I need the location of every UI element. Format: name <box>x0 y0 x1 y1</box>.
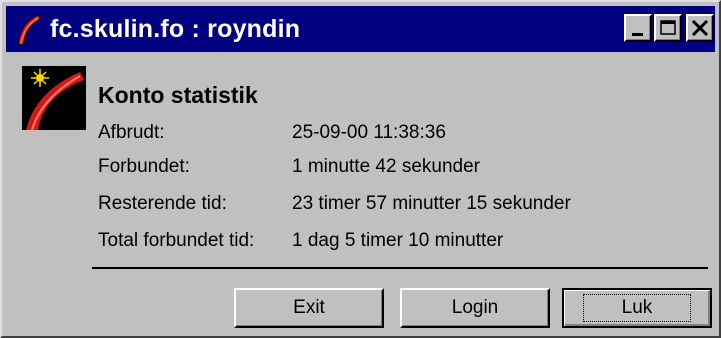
section-heading: Konto statistik <box>98 82 258 108</box>
login-button[interactable]: Login <box>400 288 550 328</box>
stat-value-disconnected: 25-09-00 11:38:36 <box>292 122 446 143</box>
stat-label-total: Total forbundet tid: <box>98 230 255 251</box>
close-icon <box>691 19 709 37</box>
stat-label-disconnected: Afbrudt: <box>98 122 165 143</box>
red-comet-icon <box>22 66 86 130</box>
minimize-button[interactable] <box>624 14 652 42</box>
stat-value-remaining: 23 timer 57 minutter 15 sekunder <box>292 193 571 214</box>
separator-line <box>92 267 708 269</box>
stat-value-total: 1 dag 5 timer 10 minutter <box>292 230 504 251</box>
stat-value-connected: 1 minutte 42 sekunder <box>292 156 481 177</box>
window-title: fc.skulin.fo : royndin <box>50 15 301 43</box>
dialog-window: fc.skulin.fo : royndin Konto statistik A… <box>0 0 721 338</box>
exit-button[interactable]: Exit <box>234 288 384 328</box>
minimize-icon <box>632 33 643 36</box>
close-dialog-label: Luk <box>582 294 692 322</box>
close-dialog-button[interactable]: Luk <box>562 288 712 328</box>
title-bar[interactable]: fc.skulin.fo : royndin <box>6 6 715 52</box>
close-button[interactable] <box>686 14 714 42</box>
maximize-button[interactable] <box>654 14 682 42</box>
stat-label-remaining: Resterende tid: <box>98 193 227 214</box>
stat-label-connected: Forbundet: <box>98 156 190 177</box>
maximize-icon <box>660 20 676 35</box>
app-title-icon <box>17 14 42 45</box>
